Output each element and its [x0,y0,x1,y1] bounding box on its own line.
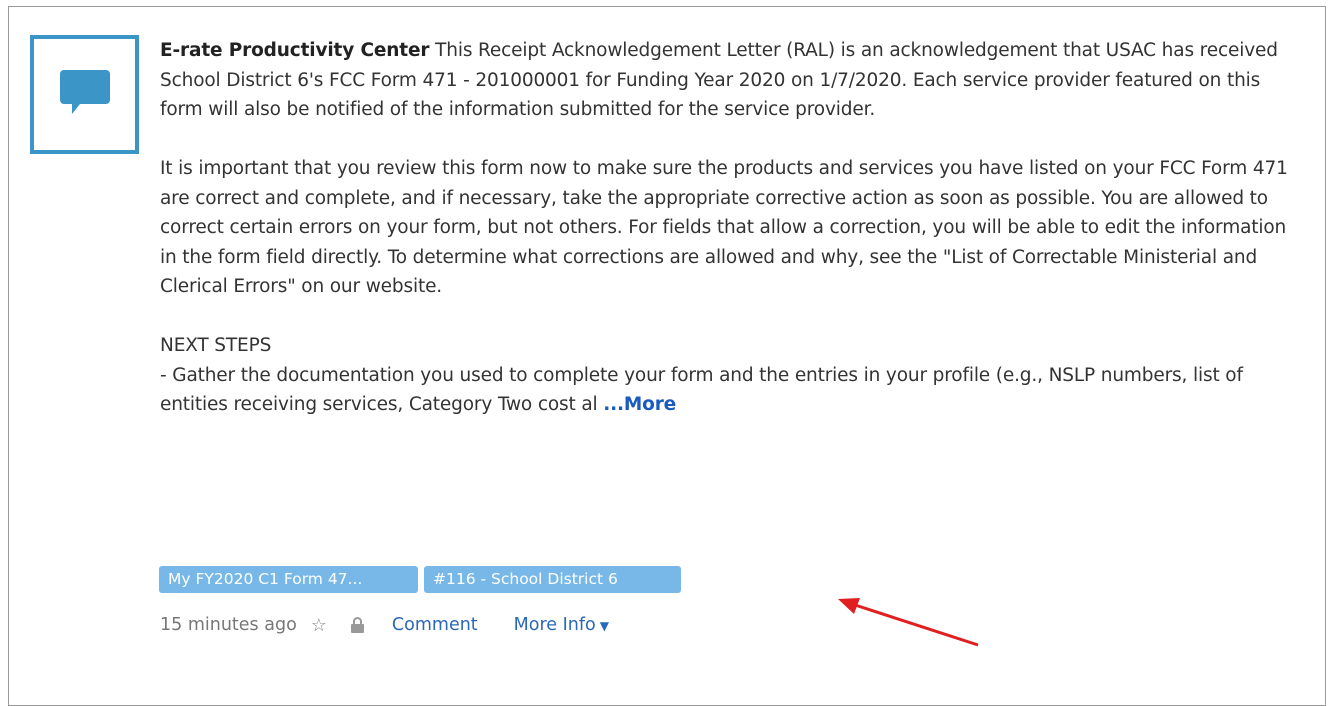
next-steps-text-block: - Gather the documentation you used to c… [160,361,1290,420]
post-timestamp[interactable]: 15 minutes ago [160,615,297,635]
next-steps-heading: NEXT STEPS [160,335,272,356]
next-steps-text: - Gather the documentation you used to c… [160,364,1243,416]
tag-school-district[interactable]: #116 - School District 6 [424,566,681,593]
post-author[interactable]: E-rate Productivity Center [160,40,430,61]
more-info-button[interactable]: More Info ▼ [514,615,609,635]
chat-bubble-icon [60,70,110,114]
post-paragraph-1: E-rate Productivity Center This Receipt … [160,36,1290,125]
caret-down-icon: ▼ [599,619,609,633]
comment-button[interactable]: Comment [392,615,478,635]
star-outline-icon[interactable]: ☆ [311,615,327,636]
more-info-label: More Info [513,615,596,635]
avatar[interactable] [30,35,139,154]
lock-icon [350,617,364,633]
post-paragraph-2: It is important that you review this for… [160,158,1288,297]
more-link[interactable]: ...More [603,394,676,415]
topic-tags: My FY2020 C1 Form 47... #116 - School Di… [159,566,681,593]
tag-form[interactable]: My FY2020 C1 Form 47... [159,566,418,593]
post-meta: 15 minutes ago ☆ Comment More Info ▼ [160,611,609,639]
post-body: E-rate Productivity Center This Receipt … [160,36,1290,420]
